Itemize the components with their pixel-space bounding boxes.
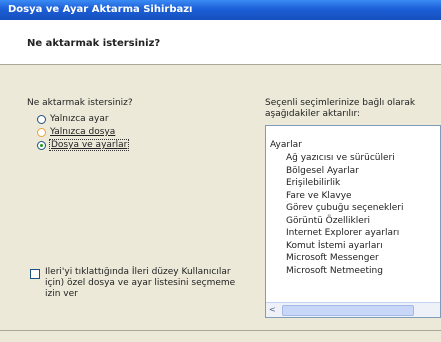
scroll-left-icon[interactable]: < [269,305,276,314]
divider [0,330,441,331]
list-item: Ağ yazıcısı ve sürücüleri [286,153,395,163]
wizard-window: Dosya ve Ayar Aktarma Sihirbazı Ne aktar… [0,0,441,342]
transfer-note: Seçenli seçimlerinize bağlı olarak aşağı… [265,98,416,119]
radio-button[interactable] [37,127,46,137]
list-item: Erişilebilirlik [286,178,341,188]
radio-label: Yalnızca ayar [50,114,109,124]
advanced-user-checkbox-row[interactable]: Ileri'yi tıklattığında İleri düzey Kulla… [30,267,250,300]
page-heading: Ne aktarmak istersiniz? [27,38,161,49]
checkbox-label: Ileri'yi tıklattığında İleri düzey Kulla… [45,267,236,299]
list-item: Internet Explorer ayarları [286,228,400,238]
wizard-header: Ne aktarmak istersiniz? [0,20,441,65]
list-item: Microsoft Netmeeting [286,265,383,276]
list-group-label: Ayarlar [270,140,302,150]
radio-settings-only[interactable]: Yalnızca ayar [37,114,109,124]
list-item: Komut İstemi ayarları [286,240,383,251]
question-label: Ne aktarmak istersiniz? [27,98,133,108]
horizontal-scrollbar[interactable]: < [266,302,440,317]
list-item: Microsoft Messenger [286,253,379,263]
radio-files-only[interactable]: Yalnızca dosya [37,127,115,137]
scroll-thumb[interactable] [282,305,414,316]
radio-button[interactable] [37,114,46,124]
radio-files-and-settings[interactable]: Dosya ve ayarlar [37,139,130,151]
radio-button[interactable] [37,140,46,150]
list-item: Fare ve Klavye [286,190,352,201]
radio-label: Dosya ve ayarlar [48,139,130,151]
list-item: Bölgesel Ayarlar [286,165,359,176]
transfer-items-list[interactable]: Ayarlar Ağ yazıcısı ve sürücüleri Bölges… [265,125,441,318]
radio-label: Yalnızca dosya [50,127,116,137]
advanced-user-checkbox[interactable] [30,269,40,279]
list-item: Görev çubuğu seçenekleri [286,203,404,213]
list-item: Görüntü Özellikleri [286,215,370,226]
title-bar: Dosya ve Ayar Aktarma Sihirbazı [0,0,441,20]
